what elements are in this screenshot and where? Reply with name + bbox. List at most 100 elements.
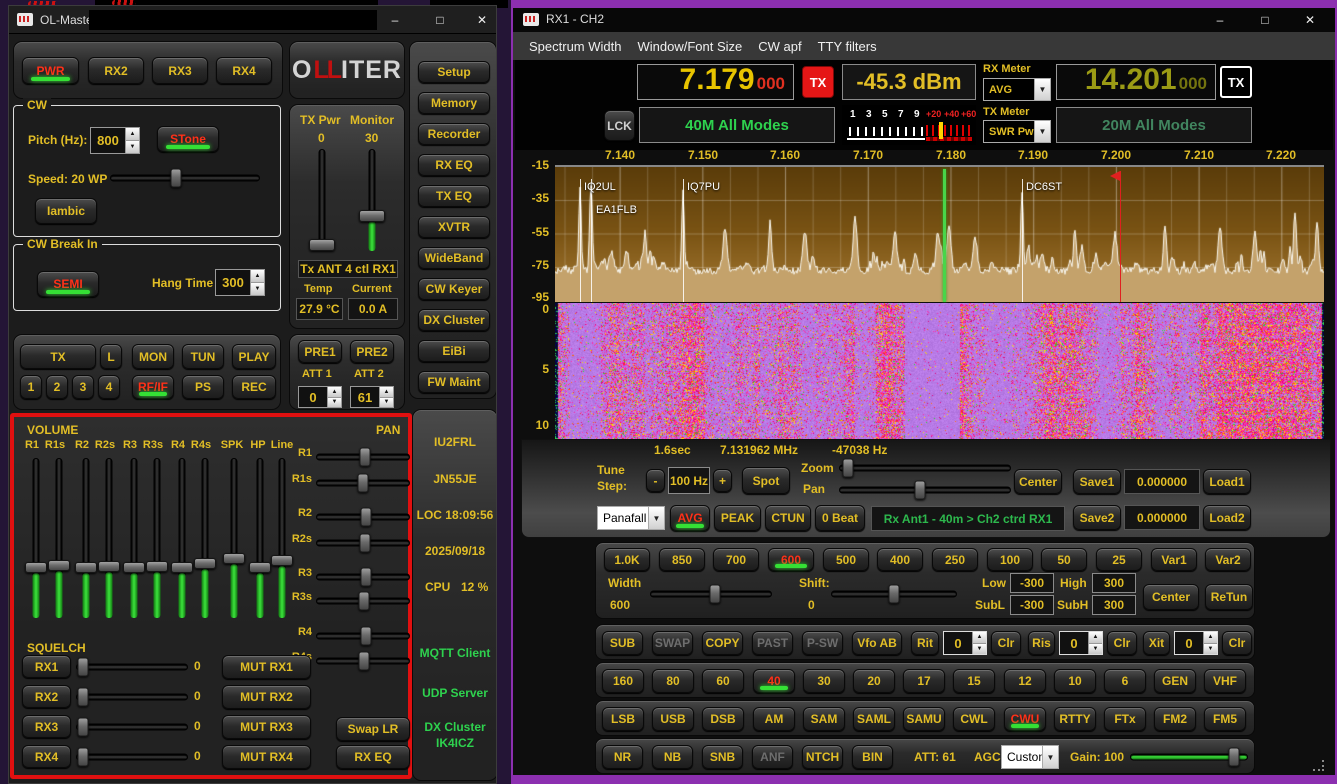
band-button[interactable]: 15 (953, 669, 995, 693)
squelch-rx4-slider[interactable] (76, 745, 188, 768)
pitch-spinner[interactable]: 800 ▲▼ (90, 127, 140, 154)
rx-select-3-button[interactable]: 3 (72, 375, 94, 399)
nb-button[interactable]: NB (652, 745, 693, 769)
rit-spin-arrows[interactable]: ▲▼ (972, 632, 986, 654)
slider-handle[interactable] (360, 568, 371, 587)
spot-button[interactable]: Spot (742, 467, 790, 494)
squelch-rx4-button[interactable]: RX4 (22, 745, 71, 768)
slider-handle[interactable] (359, 210, 385, 222)
step-plus-button[interactable]: + (713, 469, 732, 492)
waterfall-display[interactable] (555, 303, 1324, 439)
pitch-spin-arrows[interactable]: ▲▼ (125, 128, 139, 153)
zero-beat-button[interactable]: 0 Beat (815, 505, 865, 531)
tun-button[interactable]: TUN (182, 344, 224, 369)
load1-button[interactable]: Load1 (1203, 469, 1251, 494)
slider-handle[interactable] (309, 239, 335, 251)
ris-clr-button[interactable]: Clr (1107, 631, 1137, 655)
filter-width-button[interactable]: 400 (877, 548, 923, 571)
slider-handle[interactable] (709, 585, 720, 604)
monitor-slider[interactable] (357, 149, 387, 251)
memory-button[interactable]: Memory (418, 92, 490, 114)
semi-button[interactable]: SEMI (37, 271, 99, 297)
filter-width-button[interactable]: 850 (659, 548, 705, 571)
mode-button[interactable]: CWL (953, 707, 995, 731)
att1-spinner[interactable]: 0 ▲▼ (298, 386, 342, 408)
slider-handle[interactable] (77, 657, 88, 676)
slider-handle[interactable] (77, 747, 88, 766)
slider-handle[interactable] (358, 474, 369, 493)
save1-button[interactable]: Save1 (1073, 469, 1121, 494)
slider-handle[interactable] (75, 562, 97, 573)
slider-handle[interactable] (359, 448, 370, 467)
close-button[interactable]: ✕ (467, 9, 497, 31)
menu-tty-filters[interactable]: TTY filters (818, 39, 877, 54)
copy-button[interactable]: COPY (702, 631, 743, 655)
ps-button[interactable]: PS (182, 375, 224, 399)
fw-maint-button[interactable]: FW Maint (418, 371, 490, 393)
mode-button[interactable]: AM (753, 707, 795, 731)
vfo-a-tx-button[interactable]: TX (802, 66, 834, 98)
volume-slider-r1s[interactable] (47, 458, 71, 618)
mode-button[interactable]: USB (652, 707, 694, 731)
pan-slider-r3[interactable] (316, 567, 410, 587)
play-button[interactable]: PLAY (232, 344, 276, 369)
hang-spin-arrows[interactable]: ▲▼ (250, 270, 264, 295)
band-button[interactable]: 12 (1004, 669, 1046, 693)
slider-handle[interactable] (889, 585, 900, 604)
vfo-b-tx-button[interactable]: TX (1220, 66, 1252, 98)
mute-rx1-button[interactable]: MUT RX1 (222, 655, 311, 679)
mode-button[interactable]: CWU (1004, 707, 1046, 731)
snb-button[interactable]: SNB (702, 745, 743, 769)
sub-cursor-line[interactable] (1120, 171, 1121, 302)
p-sw-button[interactable]: P-SW (802, 631, 843, 655)
volume-slider-r4s[interactable] (193, 458, 217, 618)
step-minus-button[interactable]: - (646, 469, 665, 492)
mon-button[interactable]: MON (132, 344, 174, 369)
shift-slider[interactable] (831, 585, 957, 603)
rx-eq-button[interactable]: RX EQ (418, 154, 490, 176)
swap-lr-button[interactable]: Swap LR (336, 717, 410, 741)
mode-button[interactable]: DSB (702, 707, 744, 731)
load2-button[interactable]: Load2 (1203, 505, 1251, 530)
volume-slider-r4[interactable] (170, 458, 194, 618)
slider-handle[interactable] (77, 717, 88, 736)
nr-button[interactable]: NR (602, 745, 643, 769)
ris-button[interactable]: Ris (1028, 631, 1055, 655)
xit-clr-button[interactable]: Clr (1222, 631, 1252, 655)
mode-button[interactable]: FM5 (1204, 707, 1246, 731)
lock-button[interactable]: LCK (604, 110, 635, 141)
ris-spinner[interactable]: 0▲▼ (1059, 631, 1103, 655)
title-bar[interactable]: OL-Master – □ ✕ (9, 6, 496, 34)
pan-slider-r4[interactable] (316, 626, 410, 646)
mute-rx4-button[interactable]: MUT RX4 (222, 745, 311, 769)
center-button[interactable]: Center (1014, 469, 1062, 494)
filter-var1-button[interactable]: Var1 (1151, 548, 1197, 571)
slider-handle[interactable] (25, 562, 47, 573)
subh-field[interactable]: 300 (1092, 595, 1136, 615)
pwr-button[interactable]: PWR (22, 57, 79, 84)
eibi-button[interactable]: EiBi (418, 340, 490, 362)
cw-keyer-button[interactable]: CW Keyer (418, 278, 490, 300)
slider-handle[interactable] (360, 508, 371, 527)
mode-button[interactable]: LSB (602, 707, 644, 731)
vfo-b-frequency[interactable]: 14.201000 (1056, 64, 1216, 100)
filter-width-button[interactable]: 250 (932, 548, 978, 571)
tx-pwr-slider[interactable] (307, 149, 337, 251)
vfo-ab-button[interactable]: Vfo AB (852, 631, 902, 655)
l-button[interactable]: L (100, 344, 122, 369)
callsign-label[interactable]: EA1FLB (596, 204, 637, 216)
xit-button[interactable]: Xit (1143, 631, 1170, 655)
rit-button[interactable]: Rit (911, 631, 939, 655)
setup-button[interactable]: Setup (418, 61, 490, 83)
slider-handle[interactable] (77, 687, 88, 706)
slider-handle[interactable] (146, 561, 168, 572)
band-button[interactable]: 30 (803, 669, 845, 693)
ntch-button[interactable]: NTCH (802, 745, 843, 769)
resize-grip[interactable] (1313, 760, 1324, 771)
chevron-down-icon[interactable]: ▼ (648, 507, 664, 529)
band-button[interactable]: 160 (602, 669, 644, 693)
callsign-label[interactable]: IQ2UL (584, 181, 616, 193)
filter-var2-button[interactable]: Var2 (1205, 548, 1251, 571)
squelch-rx2-slider[interactable] (76, 685, 188, 708)
band-button[interactable]: 80 (652, 669, 694, 693)
